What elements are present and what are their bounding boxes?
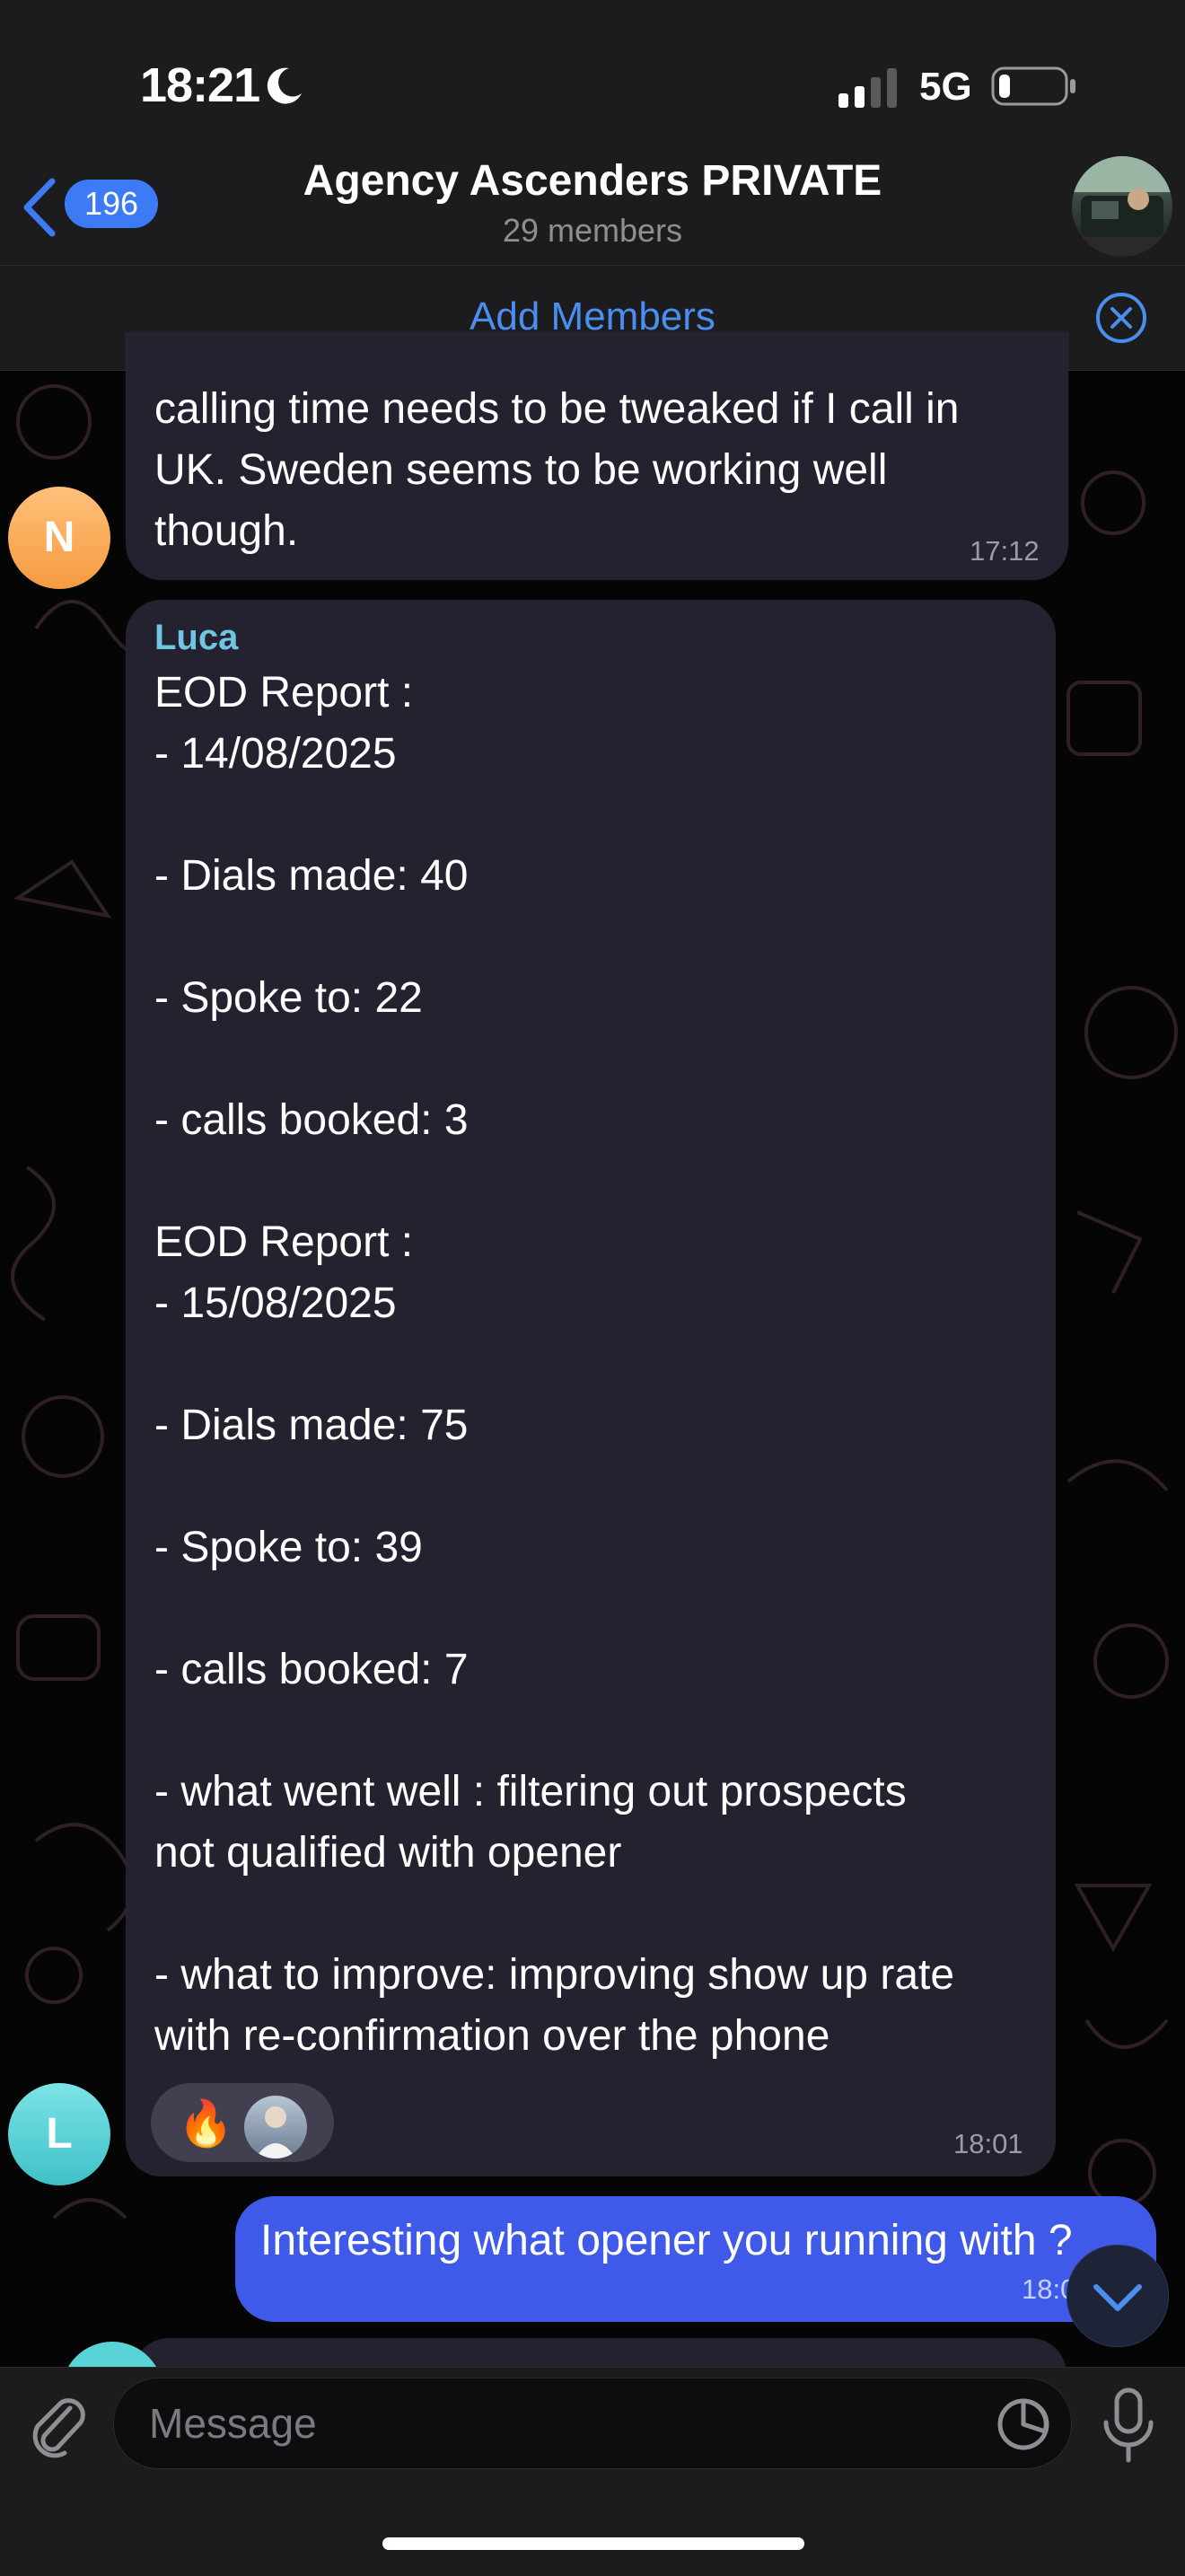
sender-name[interactable]: Luca bbox=[154, 618, 238, 658]
avatar[interactable]: L bbox=[8, 2083, 110, 2185]
message-text: EOD Report : - 14/08/2025 - Dials made: … bbox=[154, 669, 955, 2060]
group-avatar[interactable] bbox=[1072, 156, 1172, 257]
message-text: Interesting what opener you running with… bbox=[260, 2217, 1073, 2264]
member-count: 29 members bbox=[502, 212, 683, 249]
message-text: calling time needs to be tweaked if I ca… bbox=[154, 385, 960, 555]
group-photo-icon bbox=[1072, 156, 1172, 257]
message-input-placeholder: Message bbox=[149, 2400, 317, 2447]
home-indicator[interactable] bbox=[382, 2537, 804, 2550]
person-icon bbox=[255, 2106, 296, 2158]
chevron-down-icon bbox=[1093, 2284, 1142, 2311]
message-time: 17:12 bbox=[970, 535, 1040, 567]
fire-reaction: 🔥 bbox=[178, 2098, 234, 2149]
do-not-disturb-moon-icon bbox=[267, 67, 302, 104]
reactor-avatar bbox=[244, 2096, 307, 2158]
cellular-signal-icon bbox=[838, 68, 897, 108]
unread-count-badge[interactable]: 196 bbox=[65, 180, 158, 228]
back-chevron-icon[interactable] bbox=[18, 176, 61, 239]
sticker-icon[interactable] bbox=[995, 2396, 1052, 2453]
scroll-to-bottom-button[interactable] bbox=[1066, 2245, 1169, 2347]
close-banner-icon[interactable] bbox=[1094, 291, 1148, 345]
chat-title[interactable]: Agency Ascenders PRIVATE bbox=[206, 156, 979, 206]
avatar[interactable]: N bbox=[8, 487, 110, 589]
reactions-pill[interactable]: 🔥 bbox=[151, 2083, 334, 2162]
microphone-icon[interactable] bbox=[1097, 2385, 1160, 2466]
network-type: 5G bbox=[919, 65, 972, 109]
attach-paperclip-icon[interactable] bbox=[22, 2388, 93, 2460]
status-time: 18:21 bbox=[140, 58, 260, 112]
battery-icon bbox=[991, 66, 1075, 106]
message-time: 18:01 bbox=[953, 2128, 1023, 2159]
